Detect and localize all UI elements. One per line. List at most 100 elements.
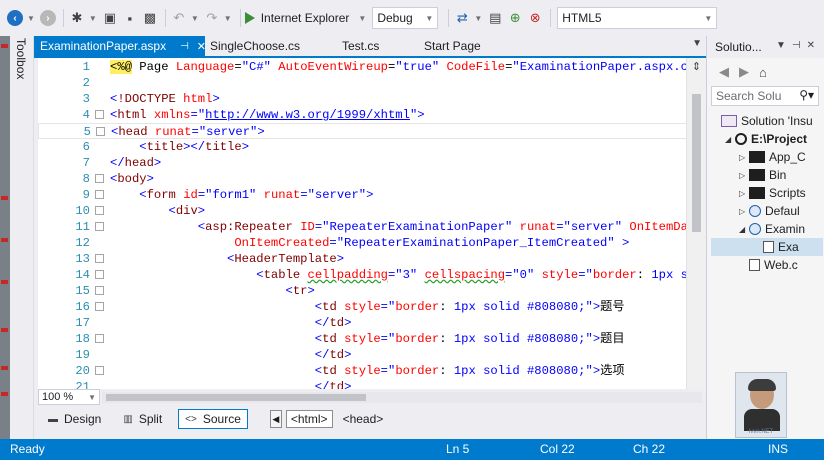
previous-tag-button[interactable]: ◀ xyxy=(269,410,282,428)
collapse-icon[interactable] xyxy=(95,254,104,263)
tree-item[interactable]: ▷ App_C xyxy=(739,148,806,166)
code-line[interactable]: 7 </head> xyxy=(38,155,688,171)
pin-icon[interactable]: ⊣ xyxy=(792,40,807,51)
new-project-button[interactable]: ✱ xyxy=(68,7,86,29)
source-view-button[interactable]: <> Source xyxy=(178,409,248,429)
collapse-icon[interactable] xyxy=(95,286,104,295)
code-line[interactable]: 5 <head runat="server"> xyxy=(38,123,688,139)
browser-link-button[interactable]: ⇄ xyxy=(453,7,471,29)
expand-arrow-icon[interactable]: ▷ xyxy=(739,153,749,162)
code-editor[interactable]: 1 <%@ Page Language="C#" AutoEventWireup=… xyxy=(38,58,706,389)
collapse-icon[interactable] xyxy=(95,190,104,199)
start-debugging-button[interactable]: Internet Explorer xyxy=(244,7,356,29)
solution-configuration-select[interactable]: Debug ▼ xyxy=(372,7,439,29)
remove-tag-button[interactable]: ⊗ xyxy=(526,7,544,29)
tree-item[interactable]: ◢ Examin xyxy=(739,220,805,238)
collapse-icon[interactable] xyxy=(95,366,104,375)
collapse-icon[interactable] xyxy=(95,270,104,279)
back-icon[interactable]: ◀ xyxy=(719,64,729,80)
expand-arrow-icon[interactable]: ▷ xyxy=(739,171,749,180)
code-line[interactable]: 3 <!DOCTYPE html> xyxy=(38,91,688,107)
add-tag-button[interactable]: ⊕ xyxy=(506,7,524,29)
design-view-button[interactable]: ▬ Design xyxy=(42,409,107,429)
toolbox-panel[interactable]: Toolbox xyxy=(10,36,34,439)
tab-examinationpaper-aspx[interactable]: ExaminationPaper.aspx ⊣ ✕ xyxy=(34,36,206,56)
code-line[interactable]: 14 <table cellpadding="3" cellspacing="0… xyxy=(38,267,706,283)
editor-vertical-scrollbar[interactable]: ⇕ xyxy=(686,58,706,389)
view-source-button[interactable]: ▤ xyxy=(486,7,504,29)
tab-singlechoose-cs[interactable]: SingleChoose.cs xyxy=(204,36,306,56)
expand-arrow-icon[interactable]: ▷ xyxy=(739,189,749,198)
undo-dropdown-icon[interactable]: ▼ xyxy=(191,14,199,23)
browser-link-dropdown-icon[interactable]: ▼ xyxy=(474,14,482,23)
expand-arrow-icon[interactable]: ▷ xyxy=(739,207,749,216)
tab-overflow-dropdown-icon[interactable]: ▼ xyxy=(692,38,702,49)
code-line[interactable]: 9 <form id="form1" runat="server"> xyxy=(38,187,688,203)
solution-search-input[interactable]: Search Solu ⚲▾ xyxy=(711,86,819,106)
collapse-icon[interactable] xyxy=(96,127,105,136)
code-line[interactable]: 15 <tr> xyxy=(38,283,688,299)
tree-item[interactable]: Exa xyxy=(711,238,823,256)
code-line[interactable]: 17 </td> xyxy=(38,315,688,331)
code-line[interactable]: 12 OnItemCreated="RepeaterExaminationPap… xyxy=(38,235,688,251)
line-number: 12 xyxy=(75,236,90,250)
split-editor-icon[interactable]: ⇕ xyxy=(689,60,704,74)
code-line[interactable]: 10 <div> xyxy=(38,203,688,219)
close-icon[interactable]: ✕ xyxy=(807,40,821,51)
code-line[interactable]: 16 <td style="border: 1px solid #808080;… xyxy=(38,299,688,315)
collapse-icon[interactable] xyxy=(95,206,104,215)
code-line[interactable]: 6 <title></title> xyxy=(38,139,688,155)
collapse-icon[interactable] xyxy=(95,110,104,119)
zoom-level-select[interactable]: 100 % ▼ xyxy=(38,389,100,405)
line-number: 6 xyxy=(82,140,90,154)
scrollbar-thumb[interactable] xyxy=(692,94,701,232)
tab-start-page[interactable]: Start Page xyxy=(418,36,487,56)
pin-icon[interactable]: ⊣ xyxy=(180,41,189,52)
redo-button[interactable]: ↷ xyxy=(203,7,221,29)
back-dropdown-icon[interactable]: ▼ xyxy=(27,14,35,23)
scrollbar-thumb[interactable] xyxy=(106,394,366,401)
code-line[interactable]: 1 <%@ Page Language="C#" AutoEventWireup=… xyxy=(38,59,703,75)
code-line[interactable]: 18 <td style="border: 1px solid #808080;… xyxy=(38,331,688,347)
browser-dropdown-icon[interactable]: ▼ xyxy=(358,14,366,23)
target-schema-select[interactable]: HTML5 ▼ xyxy=(557,7,718,29)
back-button[interactable]: ‹ xyxy=(6,7,24,29)
open-file-button[interactable]: ▣ xyxy=(101,7,119,29)
tree-item[interactable]: Solution 'Insu xyxy=(711,112,813,130)
collapse-icon[interactable] xyxy=(95,334,104,343)
code-line[interactable]: 8 <body> xyxy=(38,171,688,187)
code-line[interactable]: 11 <asp:Repeater ID="RepeaterExamination… xyxy=(38,219,706,235)
tree-item[interactable]: Web.c xyxy=(739,256,798,274)
toolbar-separator xyxy=(550,9,552,27)
code-line[interactable]: 2 xyxy=(38,75,688,91)
tree-item-label: E:\Project xyxy=(751,132,808,146)
expand-arrow-icon[interactable]: ◢ xyxy=(725,135,735,144)
breadcrumb-html[interactable]: <html> xyxy=(285,410,333,428)
collapse-icon[interactable] xyxy=(95,174,104,183)
split-view-button[interactable]: ▥ Split xyxy=(117,409,168,429)
code-line[interactable]: 13 <HeaderTemplate> xyxy=(38,251,688,267)
code-line[interactable]: 21 </td> xyxy=(38,379,688,389)
save-button[interactable]: ▪ xyxy=(121,7,139,29)
tree-item[interactable]: ◢ E:\Project xyxy=(725,130,807,148)
code-line[interactable]: 20 <td style="border: 1px solid #808080;… xyxy=(38,363,688,379)
expand-arrow-icon[interactable]: ◢ xyxy=(739,225,749,234)
new-project-dropdown-icon[interactable]: ▼ xyxy=(89,14,97,23)
forward-icon[interactable]: ▶ xyxy=(739,64,749,80)
home-icon[interactable]: ⌂ xyxy=(759,65,767,80)
tree-item[interactable]: ▷ Scripts xyxy=(739,184,806,202)
collapse-icon[interactable] xyxy=(95,302,104,311)
tree-item[interactable]: ▷ Defaul xyxy=(739,202,800,220)
collapse-icon[interactable] xyxy=(95,222,104,231)
redo-dropdown-icon[interactable]: ▼ xyxy=(224,14,232,23)
code-line[interactable]: 19 </td> xyxy=(38,347,688,363)
tab-test-cs[interactable]: Test.cs xyxy=(336,36,385,56)
dropdown-icon[interactable]: ▼ xyxy=(776,40,792,51)
forward-button[interactable]: › xyxy=(39,7,57,29)
code-line[interactable]: 4 <html xmlns="http://www.w3.org/1999/xht… xyxy=(38,107,688,123)
tree-item[interactable]: ▷ Bin xyxy=(739,166,786,184)
editor-horizontal-scrollbar[interactable] xyxy=(102,392,702,403)
breadcrumb-head[interactable]: <head> xyxy=(339,410,388,428)
undo-button[interactable]: ↶ xyxy=(170,7,188,29)
save-all-button[interactable]: ▩ xyxy=(141,7,159,29)
